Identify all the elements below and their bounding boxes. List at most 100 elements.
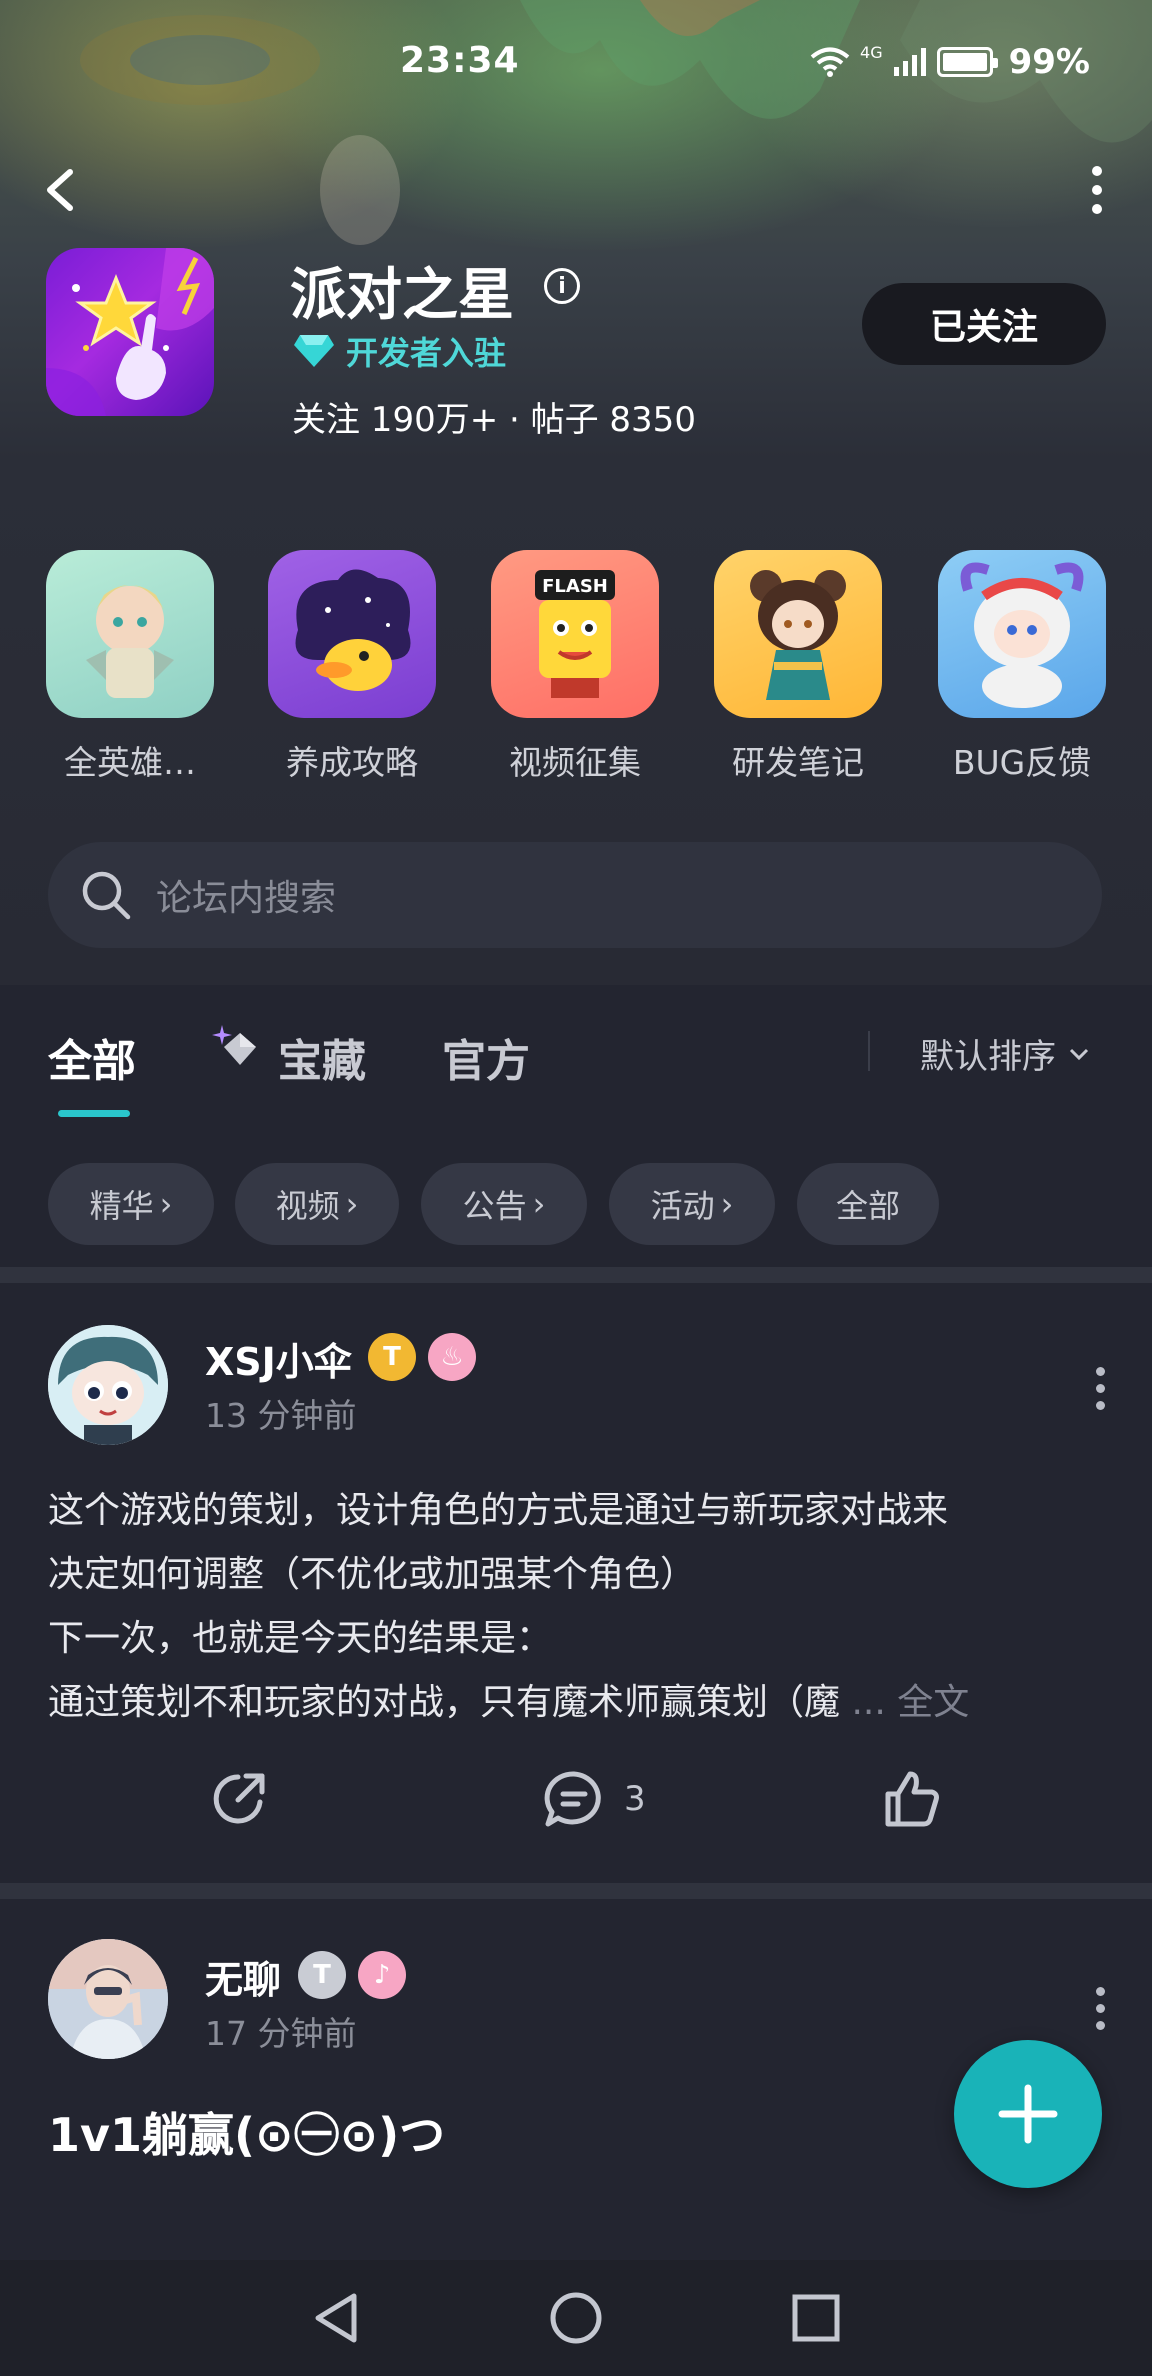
more-dots-icon: [1095, 1987, 1105, 1996]
chip-featured[interactable]: 精华 ›: [48, 1163, 214, 1245]
section-divider: [0, 1883, 1152, 1899]
post-actions: 3: [0, 1768, 1152, 1848]
shortcut-bug-report[interactable]: BUG反馈: [938, 550, 1106, 784]
shortcut-label: BUG反馈: [952, 743, 1092, 782]
more-dots-icon: [1092, 166, 1102, 176]
chevron-down-icon: [1069, 1048, 1089, 1060]
status-icons: 4G 99%: [810, 42, 1090, 82]
tab-treasure[interactable]: 宝藏: [278, 1025, 366, 1089]
tab-official[interactable]: 官方: [442, 1025, 530, 1089]
post-more-button[interactable]: [1090, 1987, 1110, 2030]
level-badge-icon: T: [368, 1333, 416, 1381]
shortcut-label: 研发笔记: [732, 743, 864, 782]
forum-header: 23:34 4G 99% 派对之星 i 开发者入驻 关注 190万+ · 帖子 …: [0, 0, 1152, 985]
flame-badge-icon: ♨: [428, 1333, 476, 1381]
back-button[interactable]: [40, 160, 90, 220]
shortcut-row: 全英雄… 养成攻略 FLASH 视频征集 研发笔记 BUG反馈: [0, 550, 1152, 790]
search-placeholder: 论坛内搜索: [156, 878, 337, 919]
post-card[interactable]: XSJ小伞 T ♨ 13 分钟前 这个游戏的策划，设计角色的方式是通过与新玩家对…: [0, 1283, 1152, 1883]
ellipsis: ...: [851, 1682, 886, 1723]
microphone-badge-icon: ♪: [358, 1951, 406, 1999]
top-navigation: [0, 160, 1152, 220]
hero-character-icon: [46, 550, 214, 718]
forum-title: 派对之星: [290, 263, 514, 328]
chip-video[interactable]: 视频 ›: [235, 1163, 399, 1245]
shortcut-all-heroes[interactable]: 全英雄…: [46, 550, 214, 784]
post-tabs: 全部 宝藏 官方 默认排序: [0, 985, 1152, 1135]
create-post-button[interactable]: [954, 2040, 1102, 2188]
username[interactable]: 无聊: [205, 1949, 281, 2004]
svg-text:FLASH: FLASH: [542, 576, 608, 597]
diamond-icon: [294, 335, 334, 367]
info-icon[interactable]: i: [544, 268, 580, 304]
plus-icon: [998, 2084, 1058, 2144]
sort-divider: [868, 1031, 870, 1071]
post-title[interactable]: 1v1躺赢(⊙㊀⊙)つ: [48, 2099, 445, 2165]
monster-character-icon: [938, 550, 1106, 718]
sort-label: 默认排序: [920, 1037, 1056, 1077]
tab-all[interactable]: 全部: [48, 1025, 136, 1089]
chip-label: 活动: [650, 1187, 715, 1225]
full-text-link[interactable]: 全文: [897, 1682, 969, 1723]
forum-search-bar[interactable]: 论坛内搜索: [48, 842, 1102, 948]
developer-badge-label: 开发者入驻: [346, 334, 507, 372]
shortcut-growth-guide[interactable]: 养成攻略: [268, 550, 436, 784]
shortcut-label: 视频征集: [509, 743, 641, 782]
forum-stats: 关注 190万+ · 帖子 8350: [292, 400, 696, 440]
shortcut-video-collection[interactable]: FLASH 视频征集: [491, 550, 659, 784]
shortcut-dev-notes[interactable]: 研发笔记: [714, 550, 882, 784]
chip-all[interactable]: 全部: [797, 1163, 939, 1245]
nav-home-button[interactable]: [544, 2286, 608, 2350]
chip-label: 视频: [275, 1187, 340, 1225]
more-options-button[interactable]: [1072, 160, 1122, 220]
comment-button[interactable]: 3: [542, 1768, 646, 1830]
share-icon: [213, 1773, 265, 1824]
chevron-left-icon: [47, 169, 73, 211]
battery-level: 99%: [1008, 42, 1090, 82]
nav-recents-button[interactable]: [784, 2286, 848, 2350]
search-icon: [82, 871, 131, 920]
triangle-back-icon: [315, 2293, 357, 2343]
thumbs-up-icon: [885, 1771, 939, 1827]
level-badge-icon: T: [298, 1951, 346, 1999]
battery-icon: [936, 47, 998, 77]
signal-icon: [893, 48, 926, 76]
chip-announcement[interactable]: 公告 ›: [421, 1163, 587, 1245]
post-time: 17 分钟前: [205, 2014, 357, 2053]
like-button[interactable]: [880, 1768, 944, 1830]
shortcut-label: 全英雄…: [64, 743, 196, 782]
chip-label: 全部: [835, 1187, 900, 1225]
follow-button[interactable]: 已关注: [862, 283, 1106, 365]
post-line: 这个游戏的策划，设计角色的方式是通过与新玩家对战来: [48, 1490, 949, 1531]
chevron-right-icon: ›: [345, 1185, 359, 1223]
nav-back-button[interactable]: [304, 2286, 368, 2350]
chevron-right-icon: ›: [159, 1185, 173, 1223]
game-icon: [46, 248, 214, 416]
post-line: 下一次，也就是今天的结果是：: [48, 1618, 553, 1659]
chip-label: 公告: [462, 1187, 527, 1225]
wifi-icon: [810, 47, 850, 77]
chip-label: 精华: [89, 1187, 154, 1225]
bear-girl-character-icon: [714, 550, 882, 718]
username[interactable]: XSJ小伞: [205, 1331, 352, 1386]
avatar[interactable]: [48, 1939, 168, 2059]
share-button[interactable]: [208, 1768, 270, 1830]
post-line: 决定如何调整（不优化或加强某个角色）: [48, 1554, 697, 1595]
duck-character-icon: [268, 550, 436, 718]
post-line-last: 通过策划不和玩家的对战，只有魔术师赢策划（魔 ... 全文: [48, 1671, 1108, 1735]
post-more-button[interactable]: [1090, 1367, 1110, 1410]
square-recents-icon: [792, 2294, 840, 2342]
chevron-right-icon: ›: [720, 1185, 734, 1223]
post-content[interactable]: 这个游戏的策划，设计角色的方式是通过与新玩家对战来 决定如何调整（不优化或加强某…: [48, 1479, 1108, 1735]
post-line: 通过策划不和玩家的对战，只有魔术师赢策划（魔: [48, 1682, 841, 1723]
avatar[interactable]: [48, 1325, 168, 1445]
chip-event[interactable]: 活动 ›: [609, 1163, 775, 1245]
status-time: 23:34: [400, 40, 520, 81]
active-tab-indicator: [58, 1110, 130, 1117]
network-type: 4G: [860, 42, 883, 62]
developer-badge[interactable]: 开发者入驻: [292, 328, 506, 374]
more-dots-icon: [1095, 1367, 1105, 1376]
chevron-right-icon: ›: [532, 1185, 546, 1223]
sort-dropdown[interactable]: 默认排序: [920, 1029, 1090, 1078]
post-time: 13 分钟前: [205, 1396, 357, 1435]
